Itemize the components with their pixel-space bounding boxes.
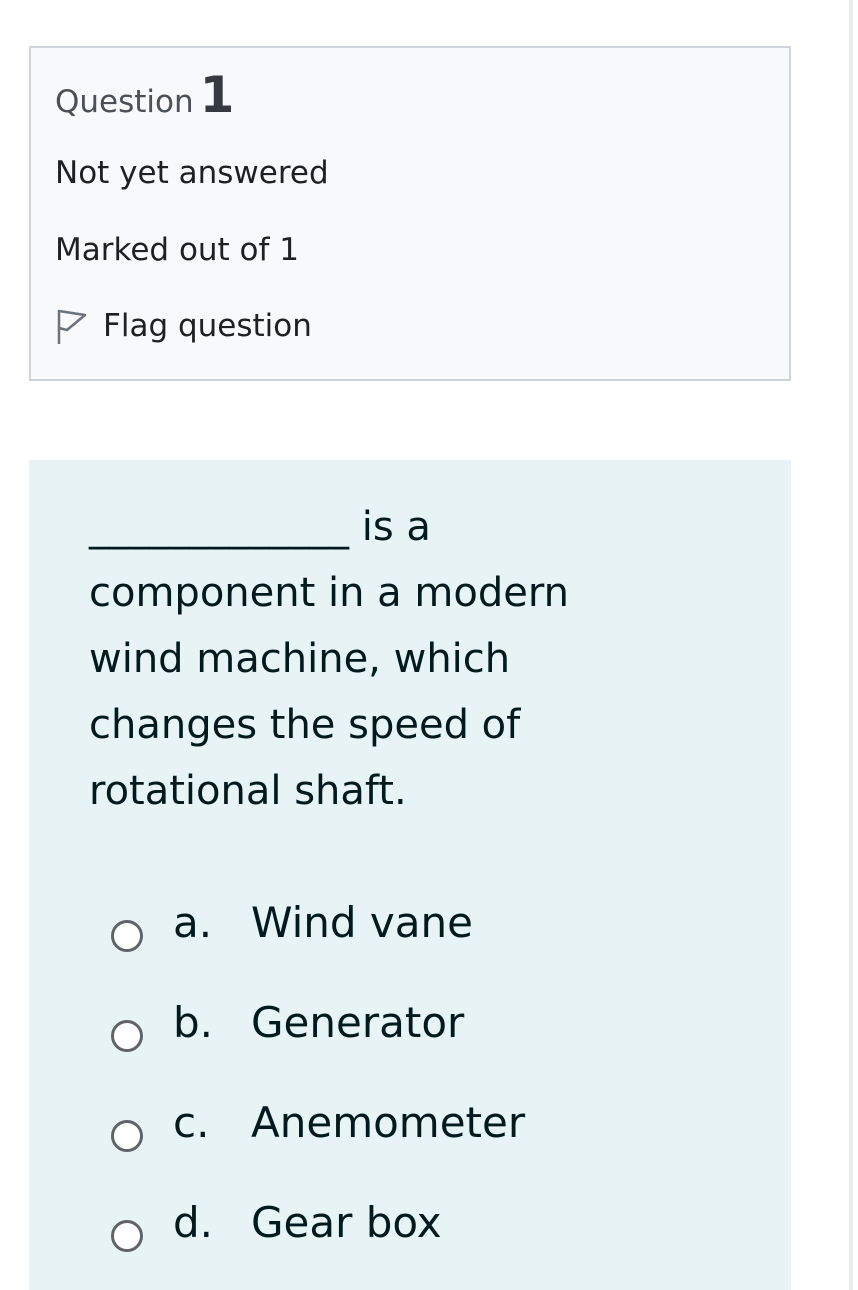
- radio-button[interactable]: [111, 1020, 143, 1052]
- answer-list: a. Wind vane b. Generator c. Anemometer …: [111, 878, 525, 1278]
- answer-label[interactable]: Generator: [251, 998, 464, 1047]
- radio-button[interactable]: [111, 1220, 143, 1252]
- answer-letter: a.: [173, 898, 213, 947]
- radio-button[interactable]: [111, 1120, 143, 1152]
- quiz-page: Question 1 Not yet answered Marked out of…: [0, 0, 858, 1290]
- page-edge-divider: [849, 0, 853, 1290]
- answer-letter: b.: [173, 998, 214, 1047]
- question-number: Question 1: [55, 70, 234, 120]
- question-label: Question: [55, 84, 194, 120]
- question-grade: Marked out of 1: [55, 232, 300, 268]
- answer-option-c[interactable]: c. Anemometer: [111, 1078, 525, 1178]
- answer-label[interactable]: Anemometer: [251, 1098, 525, 1147]
- answer-option-d[interactable]: d. Gear box: [111, 1178, 442, 1278]
- answer-option-a[interactable]: a. Wind vane: [111, 878, 473, 978]
- question-info-box: Question 1 Not yet answered Marked out of…: [29, 46, 791, 381]
- question-formulation: _____________ is a component in a modern…: [29, 460, 791, 1290]
- answer-label[interactable]: Gear box: [251, 1198, 442, 1247]
- answer-option-b[interactable]: b. Generator: [111, 978, 464, 1078]
- flag-question-label: Flag question: [103, 308, 312, 344]
- question-state: Not yet answered: [55, 155, 329, 191]
- question-text: _____________ is a component in a modern…: [89, 504, 569, 814]
- answer-label[interactable]: Wind vane: [251, 898, 473, 947]
- answer-letter: d.: [173, 1198, 214, 1247]
- question-number-value: 1: [199, 66, 235, 124]
- flag-icon: [55, 306, 89, 346]
- answer-letter: c.: [173, 1098, 210, 1147]
- flag-question-link[interactable]: Flag question: [55, 306, 312, 346]
- radio-button[interactable]: [111, 920, 143, 952]
